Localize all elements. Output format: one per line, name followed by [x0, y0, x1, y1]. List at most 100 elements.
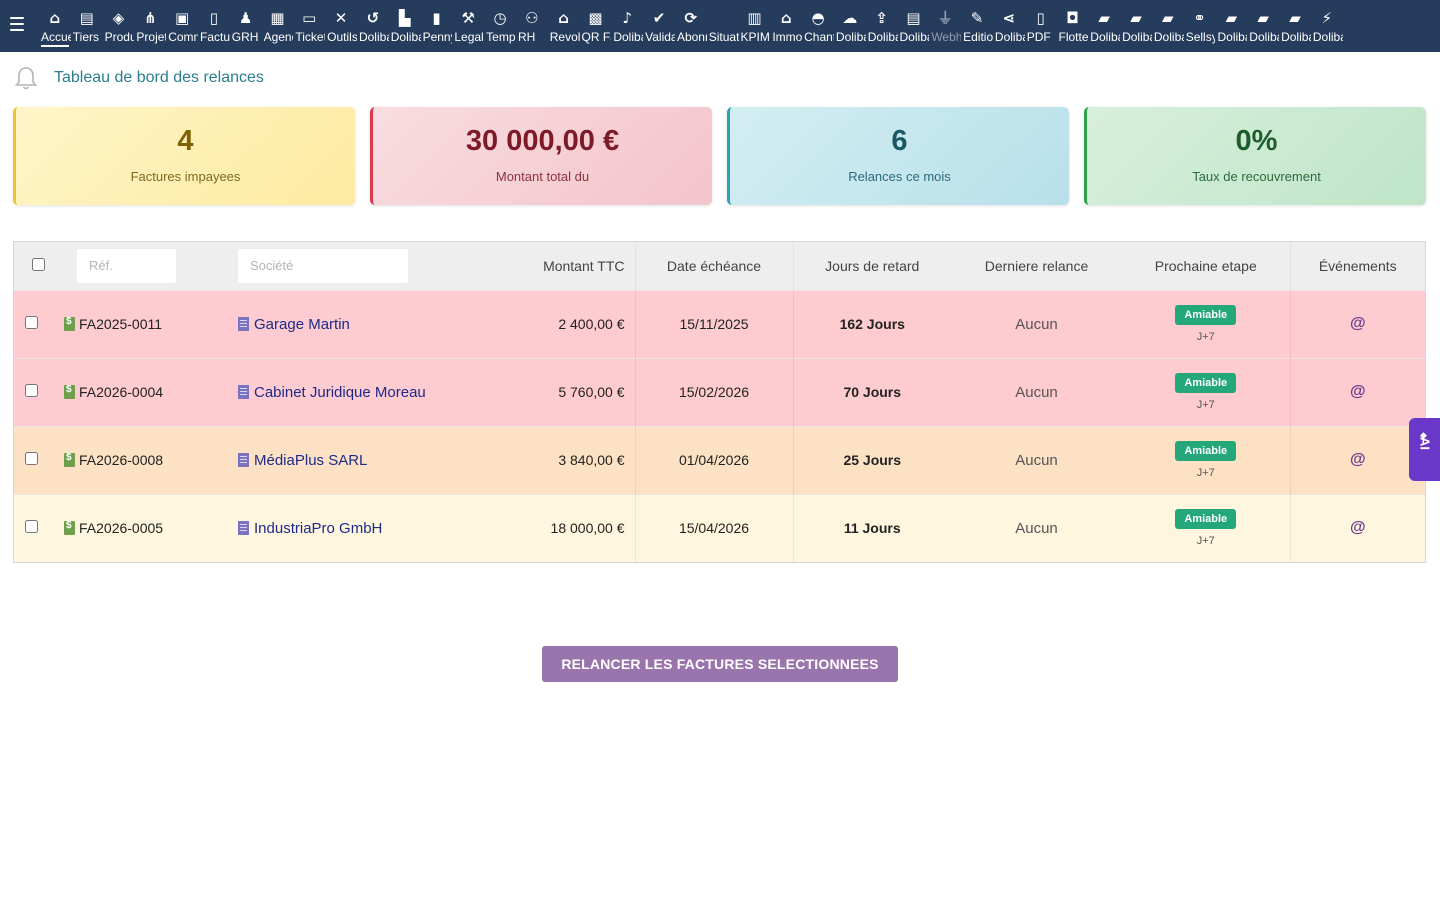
- menu-item[interactable]: ▯ Facturation: [198, 0, 230, 52]
- due-date-cell: 01/04/2026: [635, 425, 794, 494]
- menu-item[interactable]: ◘ Flotte: [1057, 0, 1089, 52]
- menu-item[interactable]: ▤ Dolibarr: [898, 0, 930, 52]
- menu-item[interactable]: ▤ Tiers: [71, 0, 103, 52]
- menu-item[interactable]: ▰ Dolibarr: [1247, 0, 1279, 52]
- menu-item[interactable]: ⌂ Immobilier: [770, 0, 802, 52]
- due-date-cell: 15/02/2026: [635, 357, 794, 426]
- menu-item-label: Penny: [422, 30, 453, 44]
- calendar-icon: ▦: [270, 9, 285, 27]
- menu-item[interactable]: ✕ Outils: [325, 0, 357, 52]
- briefcase-file-icon: ▙: [398, 9, 411, 27]
- menu-item[interactable]: ◈ Produits: [103, 0, 135, 52]
- hamburger-menu-icon[interactable]: [10, 17, 24, 33]
- menu-item[interactable]: ◷ Temps: [484, 0, 516, 52]
- invoice-ref-link[interactable]: FA2026-0004: [15, 384, 238, 400]
- days-late-cell: 162 Jours: [793, 289, 951, 358]
- menu-item[interactable]: ▦ Agenda: [262, 0, 294, 52]
- menu-item-label: Projets: [136, 30, 166, 44]
- menu-item[interactable]: ▰ Dolibarr: [1088, 0, 1120, 52]
- blank-icon: [707, 9, 739, 27]
- invoice-ref-link[interactable]: FA2026-0008: [15, 452, 238, 468]
- bar-chart-icon: ▥: [747, 9, 762, 27]
- email-event-icon[interactable]: @: [1350, 451, 1366, 468]
- email-event-icon[interactable]: @: [1350, 383, 1366, 400]
- menu-item[interactable]: ⋖ Dolibarr: [993, 0, 1025, 52]
- menu-item[interactable]: ⋔ Projets: [134, 0, 166, 52]
- menu-item[interactable]: ▰ Dolibarr: [1279, 0, 1311, 52]
- col-header-evenements: Événements: [1290, 242, 1425, 290]
- menu-item[interactable]: ♪ Dolibarr: [611, 0, 643, 52]
- menu-item[interactable]: ⚒ Legal: [452, 0, 484, 52]
- ai-assistant-tab[interactable]: ◆ AI: [1409, 418, 1440, 481]
- societe-filter-input[interactable]: Société: [238, 248, 408, 283]
- menu-item[interactable]: ♟ GRH: [230, 0, 262, 52]
- menu-item[interactable]: ⌂ Accueil: [39, 0, 71, 52]
- amount-cell: 2 400,00 €: [519, 289, 636, 358]
- menu-item-label: Dolibarr: [1312, 30, 1343, 44]
- row-checkbox[interactable]: [25, 520, 38, 534]
- company-link[interactable]: IndustriaPro GmbH: [238, 520, 519, 537]
- menu-item[interactable]: ▰ Dolibarr: [1215, 0, 1247, 52]
- next-step-delay: J+7: [1196, 535, 1215, 548]
- col-header-retard[interactable]: Jours de retard: [793, 242, 951, 290]
- menu-item[interactable]: ⚇ RH: [516, 0, 548, 52]
- company-link[interactable]: Cabinet Juridique Moreau: [238, 384, 519, 401]
- company-link[interactable]: Garage Martin: [238, 316, 519, 333]
- due-date-cell: 15/04/2026: [635, 493, 794, 562]
- row-checkbox[interactable]: [25, 384, 38, 397]
- menu-item[interactable]: ✎ Edition: [961, 0, 993, 52]
- menu-item[interactable]: ▰ Dolibarr: [1152, 0, 1184, 52]
- col-header-montant[interactable]: Montant TTC: [519, 242, 636, 290]
- col-header-prochaine-etape[interactable]: Prochaine etape: [1122, 242, 1291, 290]
- menu-item[interactable]: ▮ Penny: [421, 0, 453, 52]
- menu-item[interactable]: ⚭ Sellsy: [1184, 0, 1216, 52]
- menu-item[interactable]: ↺ Dolibarr: [357, 0, 389, 52]
- next-step-badge: Amiable: [1175, 509, 1237, 530]
- cloud-icon: ☁: [842, 9, 858, 27]
- ticket-icon: ▭: [302, 9, 317, 27]
- menu-item[interactable]: ▭ Tickets: [293, 0, 325, 52]
- next-step-delay: J+7: [1196, 399, 1215, 411]
- sticky-note-icon: ▰: [1162, 9, 1174, 27]
- company-link[interactable]: MédiaPlus SARL: [238, 452, 519, 469]
- email-event-icon[interactable]: @: [1350, 519, 1366, 536]
- menu-item-label: Dolibarr: [613, 30, 643, 44]
- menu-item[interactable]: ▯ PDF: [1025, 0, 1057, 52]
- menu-item[interactable]: ▩ QR Factures: [580, 0, 612, 52]
- menu-item[interactable]: ◓ Chantiers: [802, 0, 834, 52]
- bell-icon: ♪: [622, 9, 633, 27]
- invoice-ref-link[interactable]: FA2025-0011: [15, 316, 238, 332]
- menu-item[interactable]: ⚡ Dolibarr: [1311, 0, 1343, 52]
- menu-item[interactable]: ▰ Dolibarr: [1120, 0, 1152, 52]
- menu-item-label: Dolibarr: [899, 30, 930, 44]
- main-menu: ⌂ Accueil ▤ Tiers ◈ Produits ⋔ Projets ▣ Commerci…: [39, 0, 1343, 52]
- menu-item[interactable]: ☁ Dolibarr: [834, 0, 866, 52]
- row-checkbox[interactable]: [25, 452, 38, 465]
- menu-item[interactable]: ✔ Validation: [643, 0, 675, 52]
- col-header-echeance[interactable]: Date échéance: [635, 242, 794, 290]
- next-step-cell: Amiable J+7: [1122, 357, 1291, 426]
- email-event-icon[interactable]: @: [1350, 315, 1366, 332]
- menu-item[interactable]: ⟳ Abonnements: [675, 0, 707, 52]
- building-icon: ▤: [906, 9, 921, 27]
- house-icon: ⌂: [780, 9, 792, 27]
- select-all-checkbox[interactable]: [31, 257, 45, 271]
- menu-item[interactable]: ⇪ Dolibarr: [866, 0, 898, 52]
- menu-item[interactable]: Situation: [707, 0, 739, 52]
- menu-item-label: Edition: [963, 30, 993, 44]
- clock-icon: ◷: [493, 9, 507, 27]
- relancer-selection-button[interactable]: RELANCER LES FACTURES SELECTIONNEES: [542, 646, 898, 682]
- menu-item[interactable]: ▣ Commercial: [166, 0, 198, 52]
- menu-item-label: Dolibarr: [835, 30, 866, 44]
- menu-item-label: Dolibarr: [994, 30, 1025, 44]
- ref-filter-input[interactable]: Réf.: [77, 248, 176, 283]
- col-header-derniere-relance[interactable]: Derniere relance: [951, 242, 1122, 290]
- menu-item-label: QR Factures: [581, 30, 612, 44]
- menu-item-label: Dolibarr: [1217, 30, 1247, 44]
- invoice-ref-link[interactable]: FA2026-0005: [15, 520, 238, 536]
- menu-item[interactable]: ⌂ Revolut: [548, 0, 580, 52]
- menu-item[interactable]: ▙ Dolibarr: [389, 0, 421, 52]
- menu-item[interactable]: ▥ KPIMetrics: [739, 0, 771, 52]
- menu-item[interactable]: ⏚ Webhooks: [929, 0, 961, 52]
- row-checkbox[interactable]: [25, 316, 38, 329]
